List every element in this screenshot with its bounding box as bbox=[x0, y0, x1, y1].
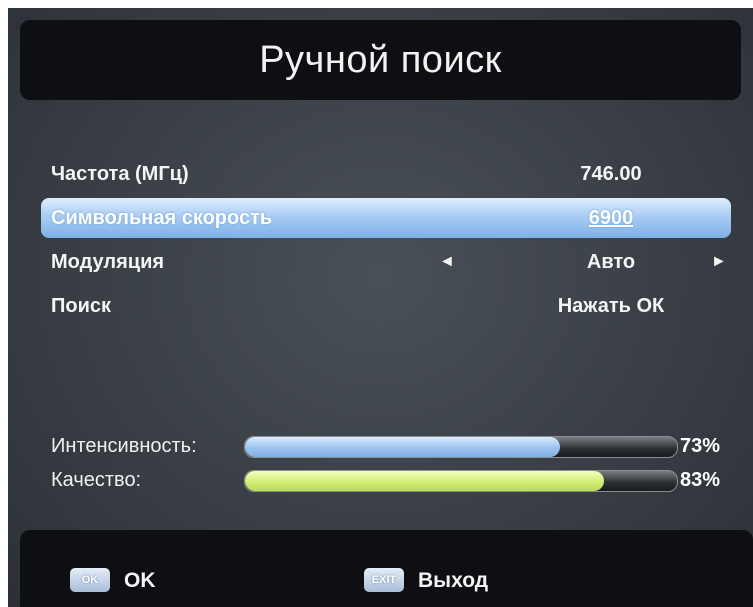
exit-key-label: Выход bbox=[418, 569, 489, 592]
frequency-label: Частота (МГц) bbox=[51, 162, 189, 185]
arrow-right-icon[interactable]: ► bbox=[711, 253, 727, 271]
menu-item-search[interactable]: Поиск Нажать ОК bbox=[41, 286, 731, 326]
arrow-left-icon[interactable]: ◄ bbox=[439, 253, 455, 271]
signal-quality-percent: 83% bbox=[680, 469, 721, 491]
modulation-label: Модуляция bbox=[51, 250, 165, 273]
menu-item-modulation[interactable]: Модуляция ◄ Авто ► bbox=[41, 242, 731, 282]
signal-strength-fill bbox=[245, 437, 561, 457]
search-label: Поиск bbox=[51, 294, 112, 317]
symbol-rate-label: Символьная скорость bbox=[51, 206, 273, 229]
menu-item-frequency[interactable]: Частота (МГц) 746.00 bbox=[41, 154, 731, 194]
search-value: Нажать ОК bbox=[557, 294, 665, 317]
exit-key-badge[interactable]: EXIT bbox=[364, 568, 404, 592]
ok-key-badge[interactable]: OK bbox=[70, 568, 110, 592]
signal-strength-percent: 73% bbox=[680, 435, 721, 457]
symbol-rate-value[interactable]: 6900 bbox=[511, 207, 711, 230]
modulation-value: Авто bbox=[586, 250, 636, 273]
ok-key-label: OK bbox=[124, 569, 156, 592]
signal-quality-fill bbox=[245, 471, 604, 491]
signal-strength-label: Интенсивность: bbox=[51, 435, 197, 457]
menu-item-symbol-rate[interactable]: Символьная скорость 6900 bbox=[41, 198, 731, 238]
footer-bar: OK OK EXIT Выход bbox=[20, 530, 753, 607]
tv-screen: Ручной поиск Частота (МГц) 746.00 Символ… bbox=[8, 8, 753, 607]
signal-strength-meter bbox=[244, 436, 678, 458]
signal-quality-meter bbox=[244, 470, 678, 492]
frequency-value: 746.00 bbox=[580, 162, 642, 185]
page-title: Ручной поиск bbox=[259, 38, 502, 81]
signal-quality-label: Качество: bbox=[51, 469, 142, 491]
title-bar: Ручной поиск bbox=[20, 20, 741, 100]
